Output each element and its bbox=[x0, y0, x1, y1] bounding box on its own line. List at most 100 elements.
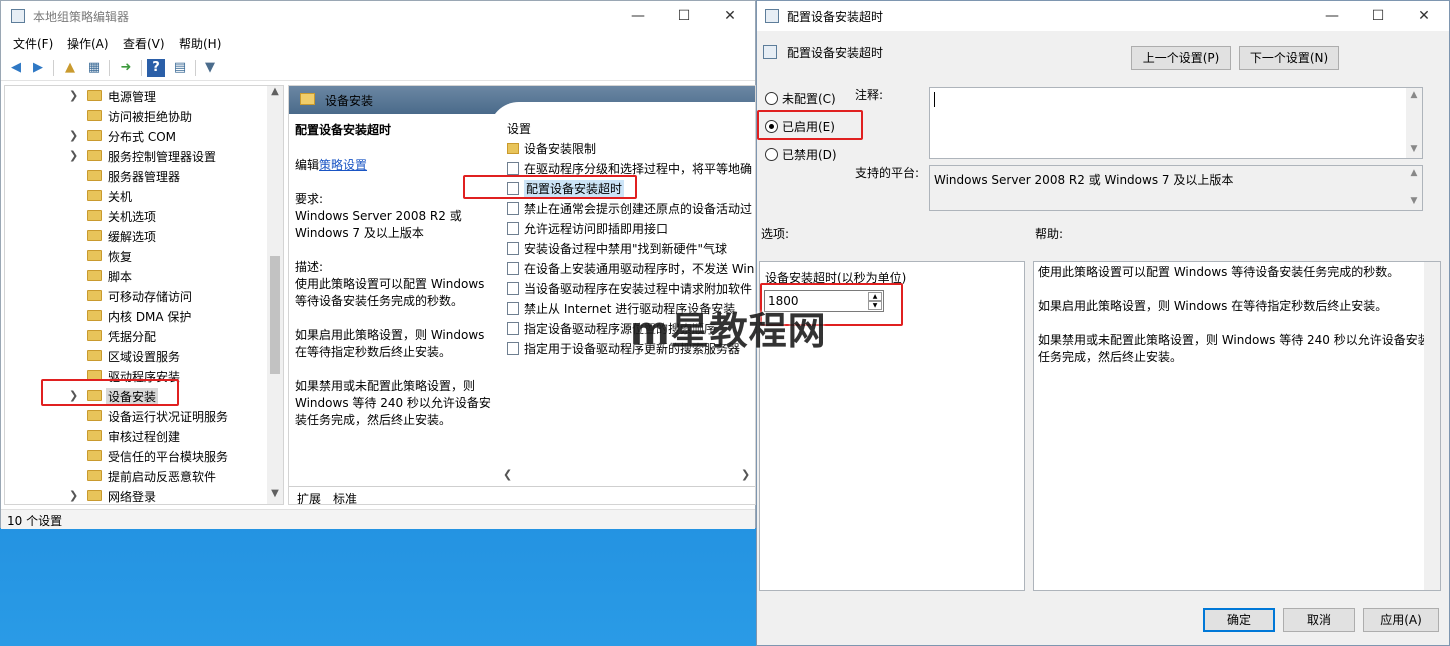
folder-icon bbox=[87, 270, 102, 281]
minimize-button[interactable]: — bbox=[615, 1, 661, 31]
scroll-up-icon[interactable]: ▲ bbox=[1406, 168, 1422, 178]
folder-icon bbox=[87, 150, 102, 161]
cancel-button[interactable]: 取消 bbox=[1283, 608, 1355, 632]
folder-icon bbox=[87, 90, 102, 101]
radio-not-configured-label[interactable]: 未配置(C) bbox=[782, 90, 836, 107]
apply-button[interactable]: 应用(A) bbox=[1363, 608, 1439, 632]
radio-disabled[interactable]: 已禁用(D) bbox=[765, 145, 845, 165]
tree-item-label: 服务器管理器 bbox=[108, 170, 181, 184]
tree-item-label: 关机选项 bbox=[108, 210, 157, 224]
setting-label: 在设备上安装通用驱动程序时，不发送 Win bbox=[524, 262, 755, 276]
setting-label: 禁止在通常会提示创建还原点的设备活动过 bbox=[524, 202, 753, 216]
platform-field: Windows Server 2008 R2 或 Windows 7 及以上版本… bbox=[929, 165, 1423, 211]
export-list-icon[interactable]: ➜ bbox=[117, 59, 135, 77]
folder-icon bbox=[87, 230, 102, 241]
scroll-up-icon[interactable]: ▲ bbox=[267, 86, 283, 102]
tree-item[interactable]: 服务器管理器 bbox=[5, 166, 267, 186]
chevron-right-icon[interactable]: ❯ bbox=[69, 129, 78, 142]
radio-not-configured[interactable]: 未配置(C) bbox=[765, 89, 845, 109]
comment-textarea[interactable]: ▲ ▼ bbox=[929, 87, 1423, 159]
edit-policy-link[interactable]: 策略设置 bbox=[319, 158, 367, 172]
tree-item[interactable]: 提前启动反恶意软件 bbox=[5, 466, 267, 486]
scroll-down-icon[interactable]: ▼ bbox=[1406, 196, 1422, 206]
settings-column-header[interactable]: 设置 bbox=[507, 120, 531, 137]
chevron-right-icon[interactable]: ❯ bbox=[69, 489, 78, 502]
tree-item-label: 审核过程创建 bbox=[108, 430, 181, 444]
filter-icon[interactable]: ▼ bbox=[201, 59, 219, 77]
settings-hscrollbar[interactable]: ❮ ❯ bbox=[501, 467, 755, 483]
scroll-down-icon[interactable]: ▼ bbox=[1406, 144, 1422, 154]
folder-icon bbox=[300, 93, 315, 105]
dialog-maximize-button[interactable]: ☐ bbox=[1355, 1, 1401, 31]
tree-item[interactable]: 区域设置服务 bbox=[5, 346, 267, 366]
tree-scrollbar[interactable]: ▲ ▼ bbox=[267, 86, 283, 504]
setting-row[interactable]: 允许远程访问即插即用接口 bbox=[505, 218, 755, 238]
menu-help[interactable]: 帮助(H) bbox=[179, 35, 221, 52]
radio-not-configured-dot[interactable] bbox=[765, 92, 778, 105]
tree-item[interactable]: ❯ 网络登录 bbox=[5, 486, 267, 504]
show-tree-icon[interactable]: ▦ bbox=[85, 59, 103, 77]
tree-item[interactable]: ❯ 服务控制管理器设置 bbox=[5, 146, 267, 166]
up-folder-icon[interactable]: ▲ bbox=[61, 59, 79, 77]
tree-scroll-thumb[interactable] bbox=[270, 256, 280, 374]
setting-row[interactable]: 禁止在通常会提示创建还原点的设备活动过 bbox=[505, 198, 755, 218]
chevron-right-icon[interactable]: ❯ bbox=[69, 149, 78, 162]
radio-disabled-label[interactable]: 已禁用(D) bbox=[782, 146, 837, 163]
setting-row[interactable]: 当设备驱动程序在安装过程中请求附加软件 bbox=[505, 278, 755, 298]
setting-label: 允许远程访问即插即用接口 bbox=[524, 222, 669, 236]
tree-item[interactable]: 脚本 bbox=[5, 266, 267, 286]
tree-item[interactable]: 关机选项 bbox=[5, 206, 267, 226]
menu-file[interactable]: 文件(F) bbox=[13, 35, 53, 52]
tree-item[interactable]: 恢复 bbox=[5, 246, 267, 266]
forward-arrow-icon[interactable]: ▶ bbox=[29, 59, 47, 77]
radio-disabled-dot[interactable] bbox=[765, 148, 778, 161]
scroll-left-icon[interactable]: ❮ bbox=[503, 468, 512, 481]
tree-item[interactable]: 可移动存储访问 bbox=[5, 286, 267, 306]
properties-icon[interactable]: ▤ bbox=[171, 59, 189, 77]
tab-standard[interactable]: 标准 bbox=[333, 490, 357, 504]
scroll-right-icon[interactable]: ❯ bbox=[741, 468, 750, 481]
tree-item[interactable]: ❯ 电源管理 bbox=[5, 86, 267, 106]
tree-item[interactable]: ❯ 分布式 COM bbox=[5, 126, 267, 146]
tab-extended[interactable]: 扩展 bbox=[297, 490, 321, 504]
tree-item[interactable]: 缓解选项 bbox=[5, 226, 267, 246]
setting-row[interactable]: 安装设备过程中禁用"找到新硬件"气球 bbox=[505, 238, 755, 258]
setting-row[interactable]: 在设备上安装通用驱动程序时，不发送 Win bbox=[505, 258, 755, 278]
tree-item[interactable]: 关机 bbox=[5, 186, 267, 206]
close-button[interactable]: ✕ bbox=[707, 1, 753, 31]
chevron-right-icon[interactable]: ❯ bbox=[69, 89, 78, 102]
folder-icon bbox=[87, 490, 102, 501]
help-scrollbar[interactable] bbox=[1424, 262, 1440, 590]
comment-scrollbar[interactable]: ▲ ▼ bbox=[1406, 88, 1422, 158]
help-icon[interactable]: ? bbox=[147, 59, 165, 77]
platform-scrollbar[interactable]: ▲ ▼ bbox=[1406, 166, 1422, 210]
policy-setting-icon bbox=[507, 282, 519, 295]
dialog-minimize-button[interactable]: — bbox=[1309, 1, 1355, 31]
scroll-down-icon[interactable]: ▼ bbox=[267, 488, 283, 504]
folder-icon bbox=[87, 430, 102, 441]
tree-item-label: 设备运行状况证明服务 bbox=[108, 410, 229, 424]
tree-item[interactable]: 审核过程创建 bbox=[5, 426, 267, 446]
setting-row[interactable]: 设备安装限制 bbox=[505, 138, 755, 158]
details-pane: 设备安装 配置设备安装超时 编辑策略设置 要求: Windows Server … bbox=[288, 85, 756, 505]
policy-tree[interactable]: ❯ 电源管理 访问被拒绝协助 ❯ 分布式 COM ❯ 服务控制管理器设置服务器管理器关机关机… bbox=[4, 85, 284, 505]
scroll-up-icon[interactable]: ▲ bbox=[1406, 90, 1422, 100]
dialog-titlebar: 配置设备安装超时 — ☐ ✕ bbox=[757, 1, 1449, 31]
toolbar-separator bbox=[53, 60, 54, 76]
next-setting-button[interactable]: 下一个设置(N) bbox=[1239, 46, 1339, 70]
tree-item[interactable]: 凭据分配 bbox=[5, 326, 267, 346]
maximize-button[interactable]: ☐ bbox=[661, 1, 707, 31]
tree-item[interactable]: 设备运行状况证明服务 bbox=[5, 406, 267, 426]
policy-setting-icon bbox=[507, 222, 519, 235]
back-arrow-icon[interactable]: ◀ bbox=[7, 59, 25, 77]
folder-icon bbox=[87, 410, 102, 421]
dialog-close-button[interactable]: ✕ bbox=[1401, 1, 1447, 31]
ok-button[interactable]: 确定 bbox=[1203, 608, 1275, 632]
dialog-title: 配置设备安装超时 bbox=[787, 10, 884, 24]
tree-item[interactable]: 内核 DMA 保护 bbox=[5, 306, 267, 326]
tree-item[interactable]: 受信任的平台模块服务 bbox=[5, 446, 267, 466]
menu-view[interactable]: 查看(V) bbox=[123, 35, 165, 52]
prev-setting-button[interactable]: 上一个设置(P) bbox=[1131, 46, 1231, 70]
tree-item[interactable]: 访问被拒绝协助 bbox=[5, 106, 267, 126]
menu-action[interactable]: 操作(A) bbox=[67, 35, 109, 52]
